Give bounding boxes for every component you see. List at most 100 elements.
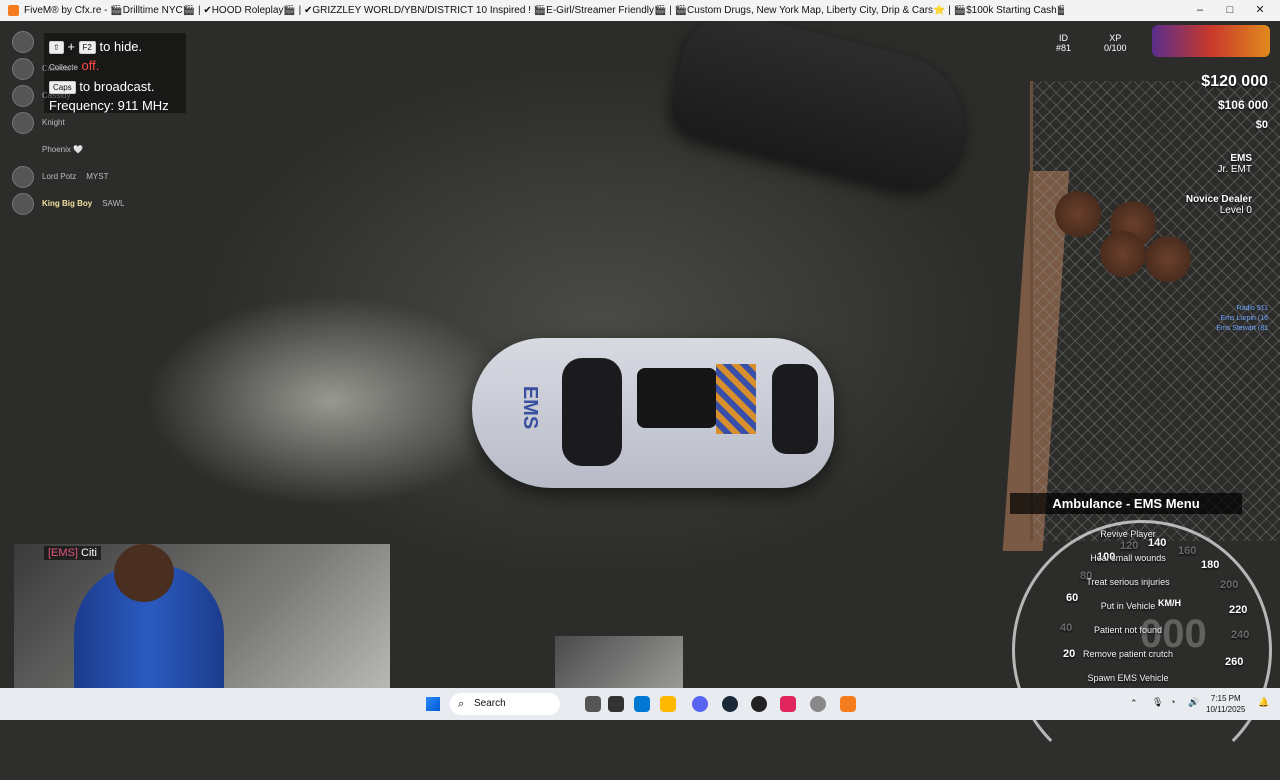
microphone-icon[interactable]: 🎙 — [1152, 697, 1163, 708]
player-tag: MYST — [86, 172, 109, 181]
fivem-app-icon — [8, 5, 19, 16]
menu-item-spawn-vehicle[interactable]: Spawn EMS Vehicle — [1060, 666, 1196, 690]
player-row: King Big Boy SAWL — [12, 190, 212, 217]
close-button[interactable]: ✕ — [1245, 0, 1275, 21]
avatar — [12, 111, 34, 134]
player-name: Knight — [42, 118, 65, 127]
maximize-button[interactable]: □ — [1215, 0, 1245, 21]
roster-member: Ems Stewart (81 — [1216, 325, 1268, 332]
vehicle-livery-stripe — [716, 364, 756, 434]
speed-tick: 180 — [1201, 559, 1220, 571]
vehicle-rear-window — [772, 364, 818, 454]
vehicle-roof — [637, 368, 717, 428]
dealer-title: Novice Dealer — [1185, 194, 1252, 205]
vehicle-windshield — [562, 358, 622, 466]
edge-icon[interactable] — [634, 696, 650, 712]
job-info: EMS Jr. EMT — [1218, 153, 1252, 175]
windows-start-icon[interactable] — [426, 697, 440, 711]
ems-tag-name: Citi — [81, 547, 97, 559]
radio-overlay: ⇧ + F2 to hide. Collecte off. Caps to br… — [44, 33, 186, 113]
player-name: Phoenix 🤍 — [42, 145, 84, 154]
chevron-up-icon[interactable]: ⌃ — [1130, 698, 1138, 709]
player-tag: SAWL — [102, 199, 125, 208]
taskbar-search[interactable]: ⌕ Search — [450, 693, 560, 715]
discord-icon[interactable] — [692, 696, 708, 712]
windows-taskbar: ⌕ Search ⌃ 🎙 ◔ 🔊 7:15 PM 10/11/2025 🔔 — [0, 688, 1280, 720]
minimize-button[interactable]: – — [1185, 0, 1215, 21]
steam-icon[interactable] — [722, 696, 738, 712]
notification-icon[interactable]: 🔔 — [1258, 697, 1269, 708]
planter — [1100, 231, 1146, 277]
planter — [1145, 236, 1191, 282]
id-label: ID — [1059, 33, 1069, 43]
tiktok-icon[interactable] — [780, 696, 796, 712]
volume-icon[interactable]: 🔊 — [1188, 697, 1199, 708]
radio-broadcast-text: to broadcast. — [79, 79, 155, 94]
parked-dark-car — [664, 21, 980, 201]
taskbar-clock[interactable]: 7:15 PM 10/11/2025 — [1206, 693, 1245, 715]
cash-amount: $120 000 — [1201, 73, 1268, 90]
streamer-head — [114, 544, 174, 602]
avatar — [12, 84, 34, 107]
roster-channel: Radio 911 — [1236, 305, 1268, 312]
settings-icon[interactable] — [810, 696, 826, 712]
secondary-cam — [555, 636, 683, 688]
search-icon: ⌕ — [458, 698, 465, 710]
id-value: #81 — [1056, 43, 1072, 53]
menu-item-heal[interactable]: Heal small wounds — [1060, 546, 1196, 570]
radio-status-off: off. — [81, 58, 100, 73]
menu-item-patient-not-found[interactable]: Patient not found — [1060, 618, 1196, 642]
search-label: Search — [474, 698, 506, 709]
dealer-level: Level 0 — [1219, 205, 1252, 216]
radio-broadcast-line: Caps to broadcast. — [49, 77, 181, 96]
ems-chat-tag: [EMS] Citi — [44, 546, 101, 560]
ems-vehicle: EMS — [472, 338, 834, 488]
streamer-webcam — [14, 544, 390, 688]
app-icon[interactable] — [585, 696, 601, 712]
radio-status-prefix: Collecte — [49, 63, 78, 72]
app-icon[interactable] — [608, 696, 624, 712]
job-title: EMS — [1230, 153, 1252, 164]
menu-item-remove-crutch[interactable]: Remove patient crutch — [1060, 642, 1196, 666]
wifi-icon[interactable]: ◔ — [1170, 697, 1175, 707]
radio-hide-line: ⇧ + F2 to hide. — [49, 37, 181, 56]
player-row: Phoenix 🤍 — [12, 136, 212, 163]
radio-roster: Radio 911 Ems Lurpin (16 Ems Stewart (81 — [1216, 304, 1268, 334]
avatar — [12, 192, 34, 215]
player-name: Lord Potz — [42, 172, 77, 181]
dirty-money-amount: $0 — [1255, 119, 1268, 131]
file-explorer-icon[interactable] — [660, 696, 676, 712]
xp-label: XP — [1109, 33, 1122, 43]
radio-hide-text: to hide. — [99, 39, 143, 54]
app-icon[interactable] — [751, 696, 767, 712]
f2-key-icon: F2 — [78, 41, 96, 55]
player-id: ID #81 — [1056, 33, 1071, 53]
avatar — [12, 165, 34, 188]
avatar — [12, 30, 34, 53]
planter — [1055, 191, 1101, 237]
window-title: FiveM® by Cfx.re - 🎬Drilltime NYC🎬 | ✔HO… — [24, 5, 1064, 16]
clock-date: 10/11/2025 — [1206, 705, 1246, 714]
player-name: King Big Boy — [42, 199, 93, 208]
vehicle-ems-label: EMS — [519, 385, 542, 430]
caps-key-icon: Caps — [49, 81, 76, 95]
ems-menu-title: Ambulance - EMS Menu — [1010, 493, 1242, 514]
dealer-info: Novice Dealer Level 0 — [1186, 194, 1252, 216]
fivem-taskbar-icon[interactable] — [840, 696, 856, 712]
speed-tick: 240 — [1231, 629, 1250, 641]
radio-status-line: Collecte off. — [49, 56, 181, 77]
avatar — [12, 57, 34, 80]
roster-member: Ems Lurpin (16 — [1220, 315, 1268, 322]
speed-unit: KM/H — [1158, 598, 1181, 608]
player-xp: XP 0/100 — [1104, 33, 1127, 53]
clock-time: 7:15 PM — [1210, 694, 1241, 703]
radio-frequency: Frequency: 911 MHz — [49, 98, 169, 113]
xp-value: 0/100 — [1104, 43, 1127, 53]
menu-item-treat[interactable]: Treat serious injuries — [1060, 570, 1196, 594]
ems-tag-prefix: [EMS] — [48, 547, 78, 559]
shift-key-icon: ⇧ — [49, 41, 64, 55]
menu-item-revive[interactable]: Revive Player — [1060, 522, 1196, 546]
player-row: Lord Potz MYST — [12, 163, 212, 190]
speed-tick: 200 — [1220, 579, 1239, 591]
window-titlebar: FiveM® by Cfx.re - 🎬Drilltime NYC🎬 | ✔HO… — [0, 0, 1280, 21]
